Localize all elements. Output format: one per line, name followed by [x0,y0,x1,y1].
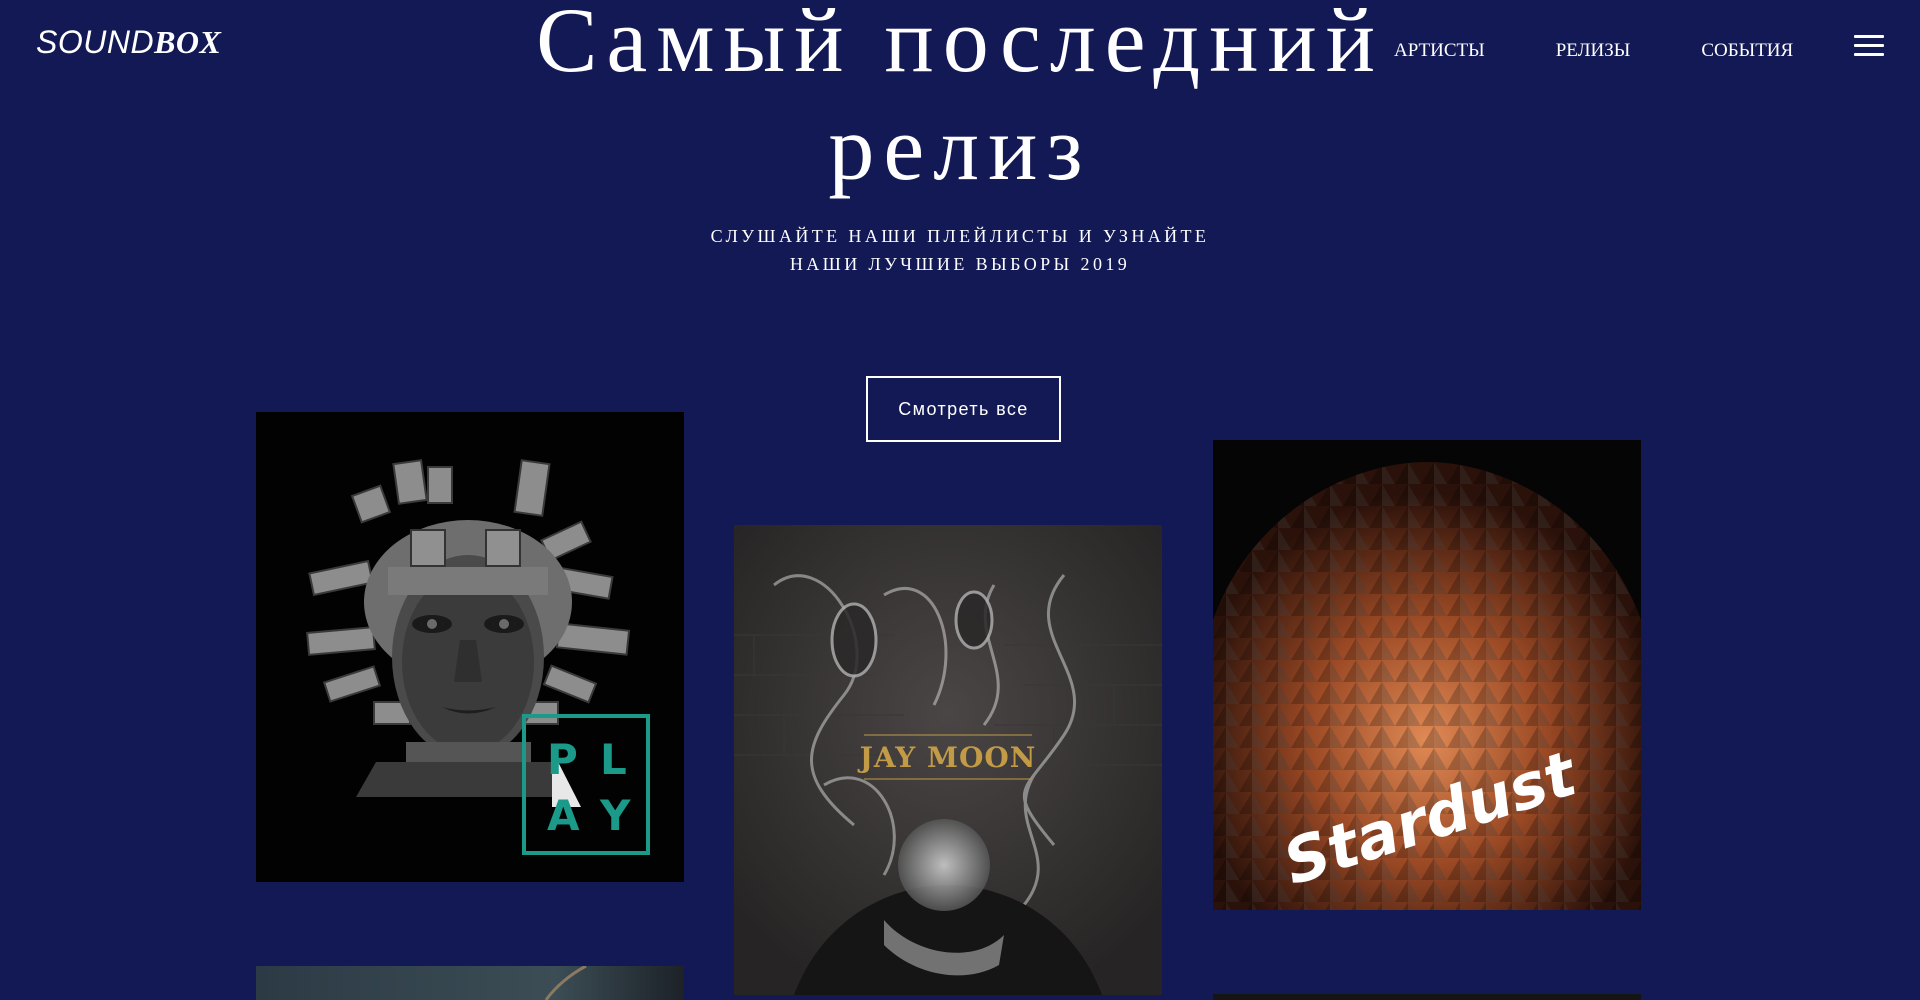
album-cover-next-left [256,966,684,1000]
jay-moon-title: JAY MOON [857,741,1037,774]
play-letter-p: P [547,735,578,784]
hero-subtitle-line1: СЛУШАЙТЕ НАШИ ПЛЕЙЛИСТЫ И УЗНАЙТЕ [710,226,1210,246]
logo-part-sound: SOUND [36,24,155,60]
nav-releases[interactable]: РЕЛИЗЫ [1556,40,1631,62]
album-card-jay-moon[interactable]: JAY MOON [734,525,1162,995]
play-letter-a: A [547,791,580,840]
album-card-next-right[interactable] [1213,994,1641,1000]
page-title: Самый последний релиз [500,0,1420,202]
hero-subtitle: СЛУШАЙТЕ НАШИ ПЛЕЙЛИСТЫ И УЗНАЙТЕ НАШИ Л… [640,222,1280,278]
page-title-line1: Самый последний [536,0,1384,91]
logo[interactable]: SOUNDBOX [36,26,221,58]
album-cover-jay-moon: JAY MOON [734,525,1162,995]
main-nav: АРТИСТЫ РЕЛИЗЫ СОБЫТИЯ [1394,40,1793,62]
album-card-stardust[interactable]: Stardust [1213,440,1641,910]
hamburger-icon[interactable] [1854,35,1884,59]
page-title-line2: релиз [828,97,1092,199]
logo-part-box: BOX [154,24,222,60]
hero-subtitle-line2: НАШИ ЛУЧШИЕ ВЫБОРЫ 2019 [789,254,1131,274]
album-card-play[interactable]: P L A Y [256,412,684,882]
album-card-next-left[interactable] [256,966,684,1000]
view-all-button[interactable]: Смотреть все [866,376,1061,442]
album-cover-stardust: Stardust [1213,440,1641,910]
nav-events[interactable]: СОБЫТИЯ [1701,40,1793,62]
album-cover-play: P L A Y [256,412,684,882]
play-letter-l: L [600,735,627,784]
play-letter-y: Y [599,791,631,840]
